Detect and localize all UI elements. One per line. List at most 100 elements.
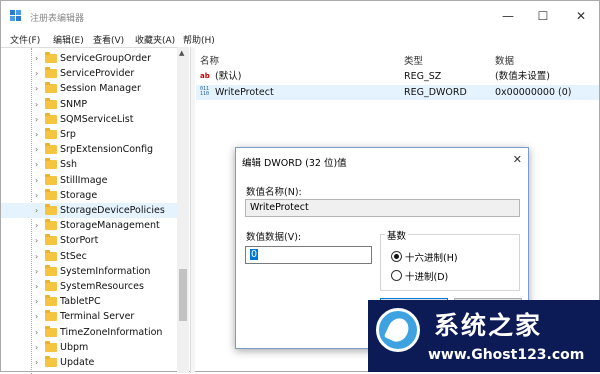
tree-item[interactable]: › TabletPC xyxy=(1,294,177,309)
value-name: WriteProtect xyxy=(215,87,274,98)
tree-item-label: ServiceGroupOrder xyxy=(60,53,152,64)
tree-item-label: Session Manager xyxy=(60,83,141,95)
tree-item[interactable]: › Ssh xyxy=(1,157,177,172)
radio-hex-label: 十六进制(H) xyxy=(405,253,458,264)
radio-checked-icon xyxy=(391,251,402,262)
chevron-right-icon[interactable]: › xyxy=(35,355,43,370)
tree-item[interactable]: › SrpExtensionConfig xyxy=(1,142,177,157)
chevron-right-icon[interactable]: › xyxy=(35,173,43,188)
tree-item-label: Ssh xyxy=(60,159,78,171)
tree-item-label: StorageManagement xyxy=(60,220,160,232)
chevron-right-icon[interactable]: › xyxy=(35,188,43,203)
column-header-name[interactable]: 名称 xyxy=(200,53,219,67)
value-data-label: 数值数据(V): xyxy=(246,232,302,243)
tree-item-label: ServiceProvider xyxy=(60,68,135,80)
tree-item-label: Storage xyxy=(60,189,98,201)
value-row-writeprotect[interactable]: 011 110 WriteProtect REG_DWORD 0x00000000… xyxy=(196,85,599,100)
close-button[interactable]: ✕ xyxy=(569,7,593,25)
title-bar: 注册表编辑器 — ☐ ✕ xyxy=(1,1,599,31)
chevron-right-icon[interactable]: › xyxy=(35,233,43,248)
chevron-right-icon[interactable]: › xyxy=(35,218,43,233)
menu-file[interactable]: 文件(F) xyxy=(10,33,40,46)
scrollbar-thumb[interactable] xyxy=(179,269,187,321)
tree-item[interactable]: › SystemInformation xyxy=(1,264,177,279)
chevron-right-icon[interactable]: › xyxy=(35,325,43,340)
folder-icon xyxy=(45,310,57,322)
radio-hexadecimal[interactable]: 十六进制(H) xyxy=(391,250,521,264)
tree-item[interactable]: › SNMP xyxy=(1,97,177,112)
maximize-button[interactable]: ☐ xyxy=(531,7,555,25)
tree-item[interactable]: › Update xyxy=(1,355,177,370)
chevron-right-icon[interactable]: › xyxy=(35,309,43,324)
registry-key-tree: › ServiceGroupOrder › ServiceProvider › Sessi… xyxy=(1,47,189,374)
tree-item[interactable]: › TimeZoneInformation xyxy=(1,325,177,340)
tree-item[interactable]: › StillImage xyxy=(1,173,177,188)
chevron-right-icon[interactable]: › xyxy=(35,81,43,96)
folder-icon xyxy=(45,219,57,231)
tree-item[interactable]: › Session Manager xyxy=(1,81,177,96)
chevron-right-icon[interactable]: › xyxy=(35,127,43,142)
folder-icon xyxy=(45,143,57,155)
folder-icon xyxy=(45,128,57,139)
tree-item[interactable]: › SQMServiceList xyxy=(1,112,177,127)
tree-item[interactable]: › ServiceGroupOrder xyxy=(1,51,177,66)
chevron-right-icon[interactable]: › xyxy=(35,142,43,157)
value-name: (默认) xyxy=(215,71,242,82)
value-data: (数值未设置) xyxy=(495,71,550,82)
tree-item[interactable]: › StorageDevicePolicies xyxy=(1,203,177,218)
value-row-default[interactable]: ab (默认) REG_SZ (数值未设置) xyxy=(196,69,599,84)
tree-item-label: TabletPC xyxy=(60,296,101,308)
pane-splitter[interactable] xyxy=(190,47,195,373)
string-value-icon: ab xyxy=(200,72,210,80)
folder-icon xyxy=(45,325,57,337)
chevron-right-icon[interactable]: › xyxy=(35,340,43,355)
chevron-right-icon[interactable]: › xyxy=(35,294,43,309)
menu-view[interactable]: 查看(V) xyxy=(93,33,124,46)
chevron-right-icon[interactable]: › xyxy=(35,279,43,294)
tree-scrollbar[interactable]: ▲ xyxy=(177,47,189,373)
tree-item[interactable]: › StorPort xyxy=(1,233,177,248)
tree-item[interactable]: › SystemResources xyxy=(1,279,177,294)
tree-item-label: StillImage xyxy=(60,174,108,186)
tree-item[interactable]: › Terminal Server xyxy=(1,309,177,324)
menu-edit[interactable]: 编辑(E) xyxy=(53,33,84,46)
chevron-right-icon[interactable]: › xyxy=(35,264,43,279)
chevron-right-icon[interactable]: › xyxy=(35,157,43,172)
chevron-right-icon[interactable]: › xyxy=(35,97,43,112)
value-data-input[interactable]: 0 xyxy=(245,246,372,264)
dialog-close-button[interactable]: ✕ xyxy=(513,153,522,166)
tree-item-label: SystemInformation xyxy=(60,265,151,277)
tree-item[interactable]: › Ubpm xyxy=(1,340,177,355)
tree-item-label: SrpExtensionConfig xyxy=(60,144,154,156)
folder-icon xyxy=(45,264,57,276)
tree-item[interactable]: › StorageManagement xyxy=(1,218,177,233)
value-name-field[interactable]: WriteProtect xyxy=(245,199,520,217)
tree-item-label: SystemResources xyxy=(60,281,144,292)
tree-item[interactable]: › StSec xyxy=(1,249,177,264)
watermark-title: 系统之家 xyxy=(434,311,543,340)
value-name-label: 数值名称(N): xyxy=(246,187,302,198)
value-type: REG_DWORD xyxy=(404,87,467,98)
tree-item[interactable]: › Storage xyxy=(1,188,177,203)
chevron-right-icon[interactable]: › xyxy=(35,249,43,264)
column-header-data[interactable]: 数据 xyxy=(495,53,514,67)
column-header-type[interactable]: 类型 xyxy=(404,53,423,67)
base-group: 基数 十六进制(H) 十进制(D) xyxy=(380,228,521,291)
tree-item-label: Srp xyxy=(60,129,76,140)
chevron-right-icon[interactable]: › xyxy=(35,51,43,66)
radio-decimal[interactable]: 十进制(D) xyxy=(391,269,521,283)
scroll-up-icon[interactable]: ▲ xyxy=(179,49,184,57)
folder-icon xyxy=(45,52,57,63)
chevron-right-icon[interactable]: › xyxy=(35,203,43,218)
tree-item[interactable]: › ServiceProvider xyxy=(1,66,177,81)
menu-help[interactable]: 帮助(H) xyxy=(183,33,215,46)
minimize-button[interactable]: — xyxy=(496,7,520,25)
menu-favorites[interactable]: 收藏夹(A) xyxy=(135,33,175,46)
tree-item-label: StorPort xyxy=(60,235,99,247)
chevron-right-icon[interactable]: › xyxy=(35,112,43,127)
chevron-right-icon[interactable]: › xyxy=(35,66,43,81)
folder-icon xyxy=(45,67,57,79)
base-group-label: 基数 xyxy=(385,228,409,242)
binary-value-icon: 011 110 xyxy=(200,86,210,97)
tree-item[interactable]: › Srp xyxy=(1,127,177,142)
